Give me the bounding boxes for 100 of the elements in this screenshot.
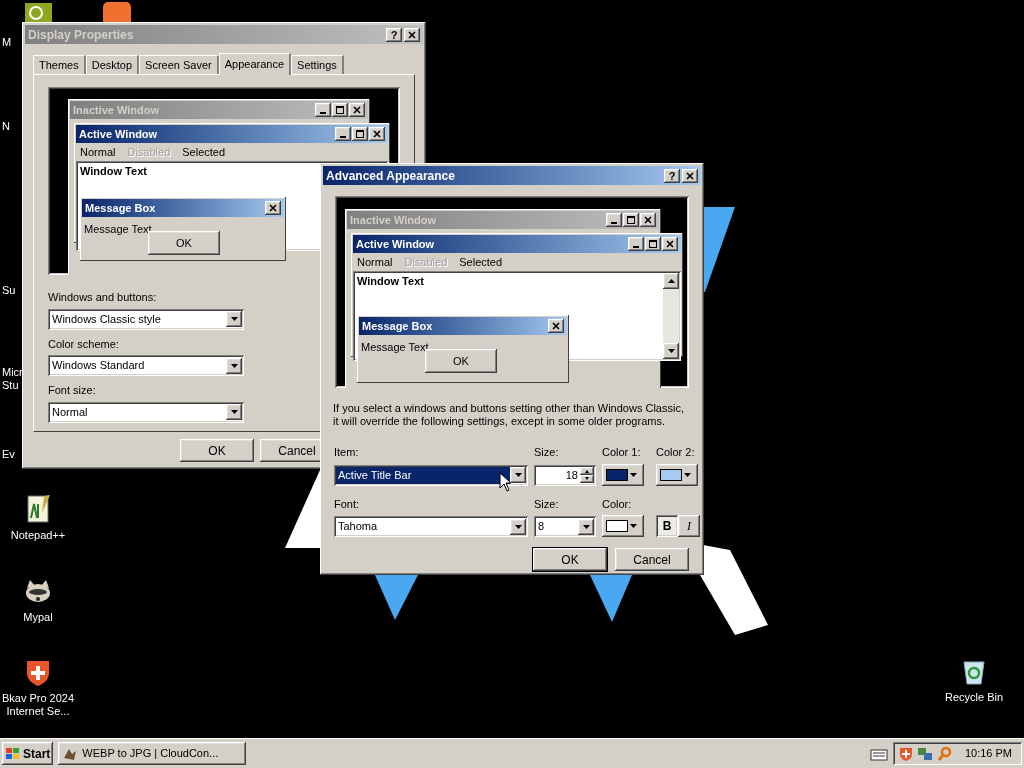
icon-label: Micr <box>2 366 23 379</box>
window-title: Display Properties <box>28 26 135 44</box>
field-label: Color scheme: <box>48 336 119 352</box>
dropdown-field[interactable]: Active Title Bar <box>334 464 528 486</box>
tab[interactable]: Screen Saver <box>139 55 219 74</box>
field-label: Item: <box>334 445 360 460</box>
bold-button[interactable]: B <box>656 515 678 537</box>
field-label: Windows and buttons: <box>48 290 157 305</box>
field-label: Color 2: <box>656 445 696 460</box>
icon-label[interactable]: Mypal <box>23 611 53 624</box>
keyboard-icon[interactable] <box>869 746 888 761</box>
icon-label: Stu <box>2 379 19 392</box>
help-button[interactable]: ? <box>386 27 402 42</box>
dropdown-field[interactable]: Windows Standard <box>48 355 244 376</box>
menu-item[interactable]: Normal <box>80 143 116 161</box>
tab[interactable]: Settings <box>291 55 344 74</box>
icon-label[interactable]: Notepad++ <box>10 529 66 542</box>
italic-button[interactable]: I <box>678 515 700 537</box>
dropdown-value: 8 <box>537 519 546 534</box>
close-icon[interactable] <box>682 168 698 183</box>
spin-down-icon[interactable] <box>580 475 594 483</box>
minimize-icon[interactable] <box>628 237 644 251</box>
field-label: Font: <box>334 496 361 512</box>
dropdown-value: Windows Standard <box>51 358 146 373</box>
minimize-icon[interactable] <box>606 213 622 227</box>
dropdown-value: Tahoma <box>337 519 379 534</box>
icon-label: M <box>2 36 12 49</box>
field-label: Color 1: <box>602 445 642 460</box>
dropdown-arrow-icon <box>684 472 691 477</box>
windows-logo-icon <box>5 746 21 761</box>
field-label: Font size: <box>48 383 96 398</box>
dropdown-value: Windows Classic style <box>51 311 162 327</box>
color-picker[interactable] <box>602 463 644 486</box>
mouse-cursor-icon <box>499 472 511 492</box>
scroll-down-icon[interactable] <box>663 343 679 359</box>
override-note: If you select a windows and buttons setting other than Windows Classic, it will override the following settings, except in some older programs. <box>333 402 685 428</box>
field-label: Size: <box>534 496 560 512</box>
dropdown-arrow-icon <box>630 472 637 477</box>
help-button[interactable]: ? <box>664 168 680 183</box>
close-icon[interactable] <box>548 319 564 333</box>
icon-label[interactable]: Recycle Bin <box>944 691 1004 704</box>
taskbar-button[interactable]: WEBP to JPG | CloudCon... <box>58 742 247 765</box>
field-label: Size: <box>534 445 560 460</box>
close-icon[interactable] <box>404 27 420 42</box>
size-value: 18 <box>564 467 579 483</box>
ok-button[interactable]: OK <box>148 231 220 255</box>
close-icon[interactable] <box>369 127 385 141</box>
maximize-icon[interactable] <box>352 127 368 141</box>
color-picker[interactable] <box>656 463 698 486</box>
ok-button[interactable]: OK <box>425 349 497 373</box>
preview-title: Active Window <box>356 236 436 252</box>
wallpaper-triangle <box>375 575 418 620</box>
dropdown-value: Normal <box>51 404 89 420</box>
window-title: Advanced Appearance <box>326 167 456 185</box>
icon-label: Su <box>2 284 16 297</box>
dropdown-field[interactable]: 8 <box>534 516 596 537</box>
tab[interactable]: Themes <box>33 55 86 74</box>
preview-title: Inactive Window <box>73 102 161 118</box>
scrollbar[interactable] <box>663 273 679 359</box>
dropdown-value: Active Title Bar <box>336 466 510 484</box>
minimize-icon[interactable] <box>315 103 331 117</box>
preview-title: Inactive Window <box>350 212 438 228</box>
close-icon[interactable] <box>265 201 281 215</box>
field-label: Color: <box>602 496 633 512</box>
maximize-icon[interactable] <box>645 237 661 251</box>
window-text: Window Text <box>80 165 147 178</box>
tab[interactable]: Appearance <box>218 53 292 75</box>
close-icon[interactable] <box>662 237 678 251</box>
wallpaper-triangle <box>590 575 632 622</box>
maximize-icon[interactable] <box>332 103 348 117</box>
preview-title: Message Box <box>362 318 434 334</box>
icon-label: Ev <box>2 448 15 461</box>
dialog-button[interactable]: OK <box>533 548 607 571</box>
dropdown-field[interactable]: Windows Classic style <box>48 308 244 330</box>
scroll-up-icon[interactable] <box>663 273 679 289</box>
minimize-icon[interactable] <box>335 127 351 141</box>
network-icon[interactable] <box>916 745 933 762</box>
window-text: Window Text <box>357 275 424 288</box>
close-icon[interactable] <box>349 103 365 117</box>
icon-label: N <box>2 120 10 133</box>
menu-item[interactable]: Normal <box>357 253 393 271</box>
clock[interactable]: 10:16 PM <box>964 745 1012 762</box>
dropdown-field[interactable]: Normal <box>48 401 244 423</box>
tab[interactable]: Desktop <box>85 55 140 74</box>
icon-label[interactable]: Bkav Pro 2024 Internet Se... <box>0 692 76 718</box>
size-spinner[interactable]: 18 <box>534 464 596 486</box>
spin-up-icon[interactable] <box>580 467 594 475</box>
app-icon[interactable] <box>103 2 131 22</box>
dropdown-field[interactable]: Tahoma <box>334 516 528 537</box>
dropdown-arrow-icon <box>630 524 637 528</box>
dialog-button[interactable]: Cancel <box>615 548 689 571</box>
dialog-button[interactable]: OK <box>180 439 254 462</box>
maximize-icon[interactable] <box>623 213 639 227</box>
preview-title: Active Window <box>79 126 159 142</box>
color-picker[interactable] <box>602 515 644 537</box>
menu-item[interactable]: Selected <box>459 253 503 271</box>
start-button[interactable]: Start <box>2 742 54 765</box>
preview-title: Message Box <box>85 200 157 216</box>
menu-item[interactable]: Selected <box>182 143 226 161</box>
close-icon[interactable] <box>640 213 656 227</box>
